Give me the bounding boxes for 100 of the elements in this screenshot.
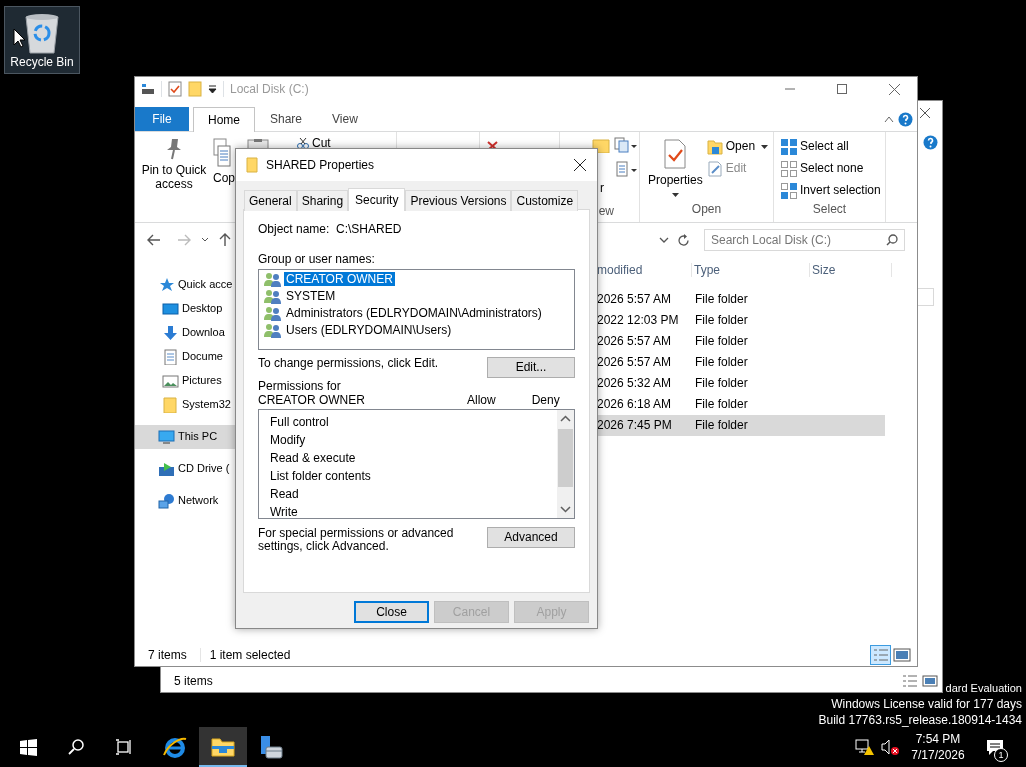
ribbon-tab[interactable]: Share (255, 107, 318, 131)
list-item[interactable]: Administrators (EDLRYDOMAIN\Administrators) (284, 306, 544, 321)
table-cell-text: File folder (694, 355, 749, 370)
help-icon[interactable] (923, 135, 938, 150)
select-command[interactable]: Select all (781, 139, 885, 155)
edit-button[interactable]: Edit... (487, 356, 575, 378)
delete-icon[interactable] (487, 141, 498, 150)
select-none-icon (781, 161, 797, 177)
ribbon-tab[interactable]: View (317, 107, 373, 131)
tiles-view-icon[interactable] (922, 674, 938, 688)
table-cell-text: File folder (694, 418, 749, 433)
file-menu-button[interactable]: File (135, 107, 189, 131)
dialog-tab[interactable]: Security (348, 188, 406, 211)
list-item: List folder contents (270, 467, 371, 485)
column-header[interactable]: Size (810, 262, 892, 278)
open-button[interactable]: Open (706, 139, 769, 155)
desktop-icon-tile[interactable]: Recycle Bin (4, 6, 80, 74)
back-arrow-icon[interactable] (147, 234, 161, 246)
scissors-icon (297, 138, 309, 150)
select-command[interactable]: Select none (781, 161, 885, 177)
document-icon (162, 349, 179, 365)
scrollbar[interactable] (557, 409, 574, 518)
group-label: Select (811, 202, 848, 218)
table-cell-text: 2026 5:57 AM (597, 355, 673, 370)
dropdown-caret-icon (671, 192, 679, 198)
clock-time[interactable]: 7:54 PM (908, 731, 968, 747)
help-icon[interactable] (898, 111, 913, 127)
dialog-tab[interactable]: Previous Versions (405, 190, 512, 211)
recent-caret-icon[interactable] (201, 237, 209, 243)
picture-icon (162, 373, 179, 389)
dropdown-caret-icon (761, 144, 769, 150)
select-command[interactable]: Invert selection (781, 183, 885, 199)
nav-item[interactable]: Network (135, 489, 237, 513)
properties-icon[interactable] (168, 81, 182, 97)
list-item[interactable]: SYSTEM (284, 289, 338, 304)
group-label: Open (690, 202, 723, 218)
hint-text: For special permissions or advanced settings, click Advanced. (258, 526, 455, 553)
network-icon (158, 493, 175, 509)
clock-date[interactable]: 7/17/2026 (908, 747, 968, 763)
dialog-tab[interactable]: Sharing (296, 190, 349, 211)
maximize-icon (837, 84, 847, 94)
volume-muted-icon[interactable] (880, 738, 900, 756)
nav-item[interactable]: Quick acce (135, 273, 237, 297)
nav-item[interactable]: CD Drive ( (135, 457, 237, 481)
table-cell-text: 2026 6:18 AM (597, 397, 673, 412)
copy-button[interactable]: Cop (213, 138, 235, 222)
up-arrow-icon[interactable] (219, 233, 231, 247)
computer-icon[interactable] (141, 83, 155, 95)
network-warning-icon[interactable] (855, 738, 875, 756)
search-field[interactable]: Search Local Disk (C:) (704, 229, 905, 251)
dialog-button[interactable]: Close (354, 601, 429, 623)
table-cell-text: File folder (694, 376, 749, 391)
dialog-tab[interactable]: Customize (511, 190, 579, 211)
windows-logo-icon (19, 738, 37, 756)
ribbon-tab[interactable]: Home (193, 107, 255, 132)
notifications-button[interactable]: 1 (980, 727, 1010, 767)
computer-icon (158, 429, 175, 445)
invert-selection-icon (781, 183, 797, 199)
nav-item[interactable]: System32 (135, 393, 237, 417)
field-label: Permissions for CREATOR OWNER (258, 378, 366, 407)
user-group-icon (264, 322, 281, 339)
pin-button[interactable]: Pin to Quick access (141, 138, 207, 222)
star-icon (158, 277, 175, 293)
refresh-icon[interactable] (677, 233, 690, 247)
properties-button[interactable]: Properties (648, 139, 703, 202)
server-icon (258, 735, 284, 759)
collapse-caret-icon[interactable] (884, 115, 894, 123)
user-group-icon (264, 288, 281, 305)
new-folder-button[interactable]: r (600, 182, 604, 196)
nav-item[interactable]: Docume (135, 345, 237, 369)
paste-shortcut-icon[interactable] (614, 161, 638, 177)
list-item[interactable]: Users (EDLRYDOMAIN\Users) (284, 323, 454, 338)
dropdown-caret-icon[interactable] (208, 84, 217, 94)
select-all-icon (781, 139, 797, 155)
table-cell-text: 2026 5:57 AM (597, 292, 673, 307)
nav-item[interactable]: Desktop (135, 297, 237, 321)
dialog-tab[interactable]: General (244, 190, 297, 211)
license-text: Build 17763.rs5_release.180914-1434 (818, 713, 1022, 727)
column-header[interactable]: Type (692, 262, 810, 278)
list-item[interactable]: CREATOR OWNER (284, 272, 395, 287)
user-group-icon (264, 305, 281, 322)
nav-item[interactable]: This PC (135, 425, 237, 449)
status-text: 5 items (174, 673, 213, 689)
scrollbar-thumb[interactable] (558, 428, 573, 487)
search-icon (886, 234, 898, 246)
nav-item[interactable]: Downloa (135, 321, 237, 345)
address-dropdown-icon[interactable] (659, 236, 669, 244)
copy-path-icon[interactable] (614, 137, 638, 153)
folder-icon (162, 397, 179, 413)
advanced-button[interactable]: Advanced (487, 526, 575, 548)
notification-count: 1 (994, 748, 1008, 762)
drive-icon (158, 461, 175, 477)
status-text: 1 item selected (199, 647, 291, 663)
field-value: C:\SHARED (336, 222, 402, 237)
properties-icon (663, 139, 688, 169)
tiles-view-button[interactable] (891, 645, 912, 665)
cut-button[interactable]: Cut (297, 137, 331, 151)
window-title: Local Disk (C:) (230, 81, 309, 97)
taskbar-app[interactable] (199, 727, 247, 767)
nav-item[interactable]: Pictures (135, 369, 237, 393)
